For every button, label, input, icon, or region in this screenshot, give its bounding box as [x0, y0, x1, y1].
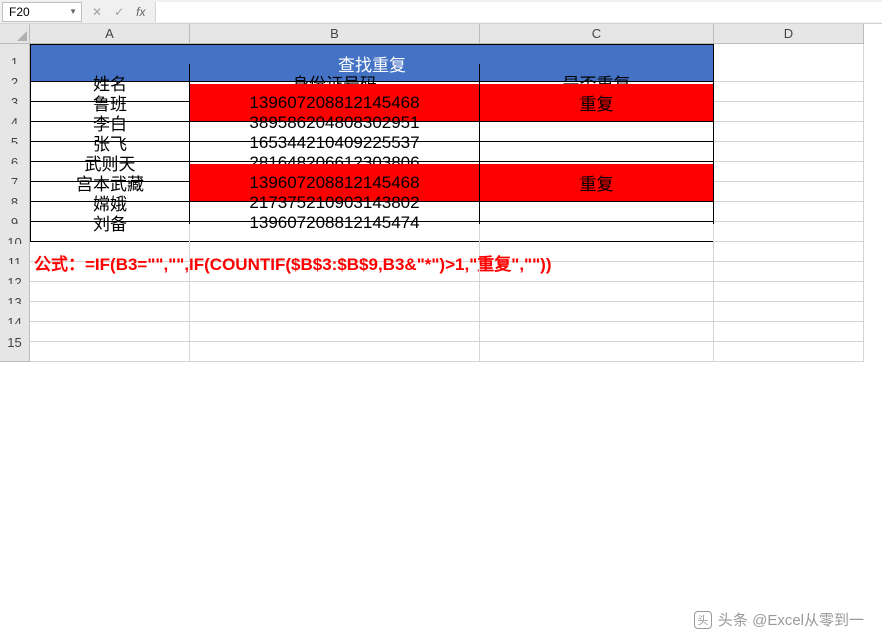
formula-bar: F20 ▼ ✕ ✓ fx [0, 0, 882, 24]
name-box-value: F20 [9, 5, 30, 19]
formula-input[interactable] [155, 2, 882, 22]
fx-icon[interactable]: fx [136, 5, 145, 19]
watermark: 头 头条 @Excel从零到一 [694, 609, 864, 630]
name-box[interactable]: F20 ▼ [2, 2, 82, 22]
row-header-15[interactable]: 15 [0, 324, 30, 362]
cancel-icon[interactable]: ✕ [92, 5, 102, 19]
confirm-icon[interactable]: ✓ [114, 5, 124, 19]
dropdown-icon[interactable]: ▼ [69, 7, 77, 16]
col-header-C[interactable]: C [480, 24, 714, 44]
col-header-A[interactable]: A [30, 24, 190, 44]
watermark-text: 头条 @Excel从零到一 [718, 609, 864, 630]
col-header-B[interactable]: B [190, 24, 480, 44]
formula-controls: ✕ ✓ fx [82, 5, 155, 19]
cell-C15[interactable] [480, 324, 714, 362]
col-header-D[interactable]: D [714, 24, 864, 44]
cell-D15[interactable] [714, 324, 864, 362]
spreadsheet-grid: A B C D 1 查找重复 2 姓名 身份证号码 是否重复 3 鲁班 1396… [0, 24, 882, 344]
cell-B15[interactable] [190, 324, 480, 362]
cell-A15[interactable] [30, 324, 190, 362]
select-all-corner[interactable] [0, 24, 30, 44]
watermark-icon: 头 [694, 611, 712, 629]
